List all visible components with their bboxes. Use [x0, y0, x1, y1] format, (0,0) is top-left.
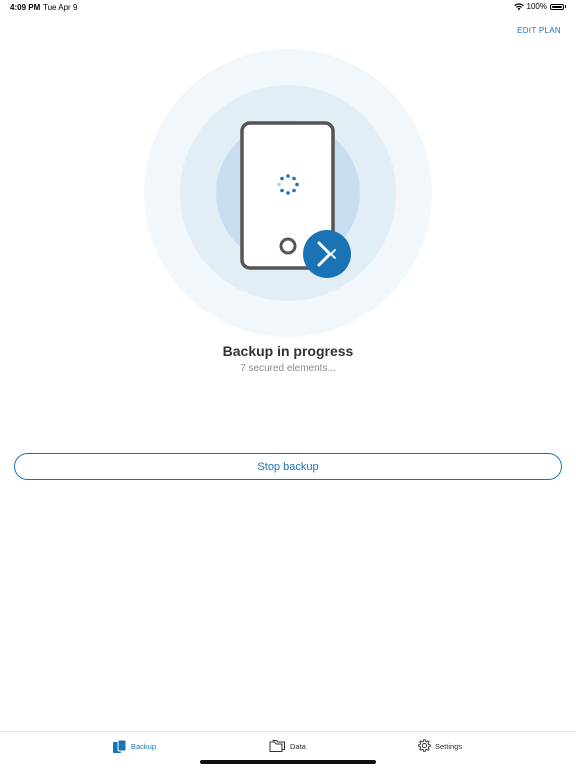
backup-status-title: Backup in progress — [222, 343, 354, 359]
folder-icon — [269, 740, 285, 752]
backup-screen: 4:09 PM Tue Apr 9 100% EDIT PLAN Backup … — [0, 0, 576, 768]
backup-illustration — [144, 49, 432, 337]
backup-status-subtitle: 7 secured elements... — [240, 363, 336, 374]
tab-backup-label: Backup — [131, 742, 157, 751]
home-indicator — [200, 760, 376, 764]
tab-settings[interactable]: Settings — [417, 739, 462, 753]
app-logo-badge-icon — [303, 230, 351, 278]
tab-data-label: Data — [290, 741, 306, 751]
tab-data[interactable]: Data — [269, 739, 306, 753]
gear-icon — [418, 739, 431, 752]
tab-settings-label: Settings — [435, 741, 463, 751]
stop-backup-button[interactable]: Stop backup — [14, 453, 562, 480]
backup-icon — [113, 739, 127, 753]
tab-backup[interactable]: Backup — [112, 739, 156, 754]
